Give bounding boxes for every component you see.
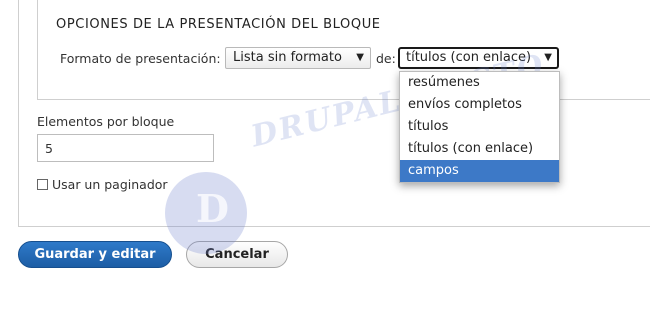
format-select-value: Lista sin formato [233, 50, 342, 65]
format-select[interactable]: Lista sin formato ▼ [225, 47, 371, 69]
fieldset-legend: OPCIONES DE LA PRESENTACIÓN DEL BLOQUE [56, 17, 381, 32]
pager-option: Usar un paginador [37, 177, 168, 192]
option-titulos[interactable]: títulos [400, 116, 559, 138]
mode-select[interactable]: títulos (con enlace) ▼ [398, 47, 559, 69]
mode-dropdown-list: resúmenes envíos completos títulos títul… [399, 71, 560, 183]
pager-label: Usar un paginador [52, 177, 168, 192]
items-per-block-label: Elementos por bloque [37, 114, 175, 129]
pager-checkbox[interactable] [37, 179, 48, 190]
items-per-block-input[interactable] [37, 134, 214, 162]
save-and-edit-button[interactable]: Guardar y editar [18, 241, 172, 268]
of-label: de: [376, 51, 396, 66]
chevron-down-icon: ▼ [356, 52, 364, 63]
block-display-form: OPCIONES DE LA PRESENTACIÓN DEL BLOQUE F… [0, 0, 650, 314]
option-resumenes[interactable]: resúmenes [400, 72, 559, 94]
mode-select-value: títulos (con enlace) [406, 50, 532, 65]
option-titulos-con-enlace[interactable]: títulos (con enlace) [400, 138, 559, 160]
option-campos[interactable]: campos [400, 160, 559, 182]
option-envios-completos[interactable]: envíos completos [400, 94, 559, 116]
format-label: Formato de presentación: [60, 51, 221, 66]
drupal-drop-icon: D [196, 186, 229, 231]
chevron-down-icon: ▼ [544, 52, 552, 63]
